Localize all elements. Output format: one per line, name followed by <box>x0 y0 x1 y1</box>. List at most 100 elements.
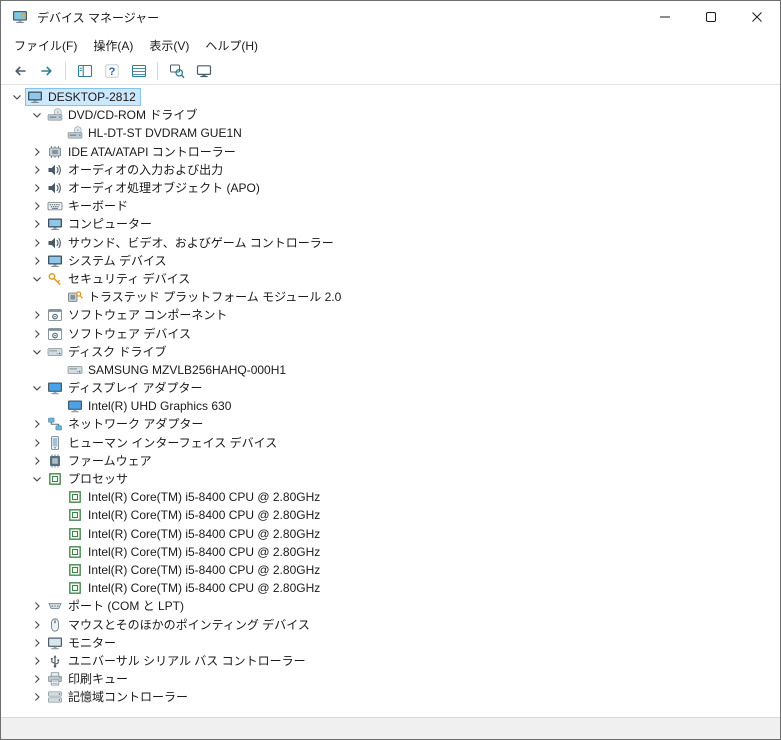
chevron-down-icon[interactable] <box>29 471 45 487</box>
tree-node[interactable]: IDE ATA/ATAPI コントローラー <box>45 143 241 161</box>
tree-item[interactable]: Intel(R) Core(TM) i5-8400 CPU @ 2.80GHz <box>1 561 780 579</box>
back-button[interactable] <box>7 59 32 83</box>
tree-node[interactable]: Intel(R) Core(TM) i5-8400 CPU @ 2.80GHz <box>65 561 325 579</box>
chevron-right-icon[interactable] <box>29 635 45 651</box>
tree-node[interactable]: DESKTOP-2812 <box>25 88 141 107</box>
chevron-right-icon[interactable] <box>29 598 45 614</box>
tree-node[interactable]: Intel(R) Core(TM) i5-8400 CPU @ 2.80GHz <box>65 525 325 543</box>
tree-item[interactable]: システム デバイス <box>1 252 780 270</box>
tree-node[interactable]: ポート (COM と LPT) <box>45 597 189 615</box>
list-view-button[interactable] <box>126 59 151 83</box>
tree-item[interactable]: ファームウェア <box>1 452 780 470</box>
tree-item[interactable]: ユニバーサル シリアル バス コントローラー <box>1 652 780 670</box>
minimize-button[interactable] <box>642 1 688 33</box>
tree-item[interactable]: モニター <box>1 634 780 652</box>
tree-item[interactable]: コンピューター <box>1 215 780 233</box>
tree-node[interactable]: DVD/CD-ROM ドライブ <box>45 106 202 124</box>
menu-item-action[interactable]: 操作(A) <box>85 34 141 57</box>
chevron-right-icon[interactable] <box>29 180 45 196</box>
tree-node[interactable]: システム デバイス <box>45 252 172 270</box>
tree-node[interactable]: ユニバーサル シリアル バス コントローラー <box>45 652 311 670</box>
menu-item-view[interactable]: 表示(V) <box>141 34 197 57</box>
tree-node[interactable]: プロセッサ <box>45 470 133 488</box>
tree-item[interactable]: Intel(R) UHD Graphics 630 <box>1 397 780 415</box>
scan-hardware-button[interactable] <box>164 59 189 83</box>
tree-node[interactable]: コンピューター <box>45 215 157 233</box>
tree-node[interactable]: サウンド、ビデオ、およびゲーム コントローラー <box>45 234 339 252</box>
tree-item[interactable]: ネットワーク アダプター <box>1 415 780 433</box>
chevron-down-icon[interactable] <box>29 271 45 287</box>
remote-computer-button[interactable] <box>191 59 216 83</box>
chevron-right-icon[interactable] <box>29 162 45 178</box>
chevron-right-icon[interactable] <box>29 416 45 432</box>
tree-node[interactable]: ヒューマン インターフェイス デバイス <box>45 434 282 452</box>
tree-item[interactable]: マウスとそのほかのポインティング デバイス <box>1 615 780 633</box>
tree-item[interactable]: プロセッサ <box>1 470 780 488</box>
show-console-tree-button[interactable] <box>72 59 97 83</box>
tree-node[interactable]: ディスク ドライブ <box>45 343 172 361</box>
tree-node[interactable]: オーディオ処理オブジェクト (APO) <box>45 179 265 197</box>
help-button[interactable]: ? <box>99 59 124 83</box>
chevron-right-icon[interactable] <box>29 653 45 669</box>
tree-item[interactable]: オーディオの入力および出力 <box>1 161 780 179</box>
tree-item[interactable]: HL-DT-ST DVDRAM GUE1N <box>1 124 780 142</box>
tree-item[interactable]: Intel(R) Core(TM) i5-8400 CPU @ 2.80GHz <box>1 488 780 506</box>
tree-node[interactable]: ネットワーク アダプター <box>45 415 208 433</box>
tree-node[interactable]: モニター <box>45 634 121 652</box>
close-button[interactable] <box>734 1 780 33</box>
tree-item[interactable]: ディスプレイ アダプター <box>1 379 780 397</box>
tree-item[interactable]: キーボード <box>1 197 780 215</box>
tree-item[interactable]: オーディオ処理オブジェクト (APO) <box>1 179 780 197</box>
chevron-right-icon[interactable] <box>29 326 45 342</box>
tree-item[interactable]: Intel(R) Core(TM) i5-8400 CPU @ 2.80GHz <box>1 525 780 543</box>
menu-item-help[interactable]: ヘルプ(H) <box>197 34 266 57</box>
tree-item[interactable]: DVD/CD-ROM ドライブ <box>1 106 780 124</box>
tree-node[interactable]: セキュリティ デバイス <box>45 270 195 288</box>
maximize-button[interactable] <box>688 1 734 33</box>
tree-item[interactable]: セキュリティ デバイス <box>1 270 780 288</box>
chevron-right-icon[interactable] <box>29 253 45 269</box>
tree-node[interactable]: Intel(R) Core(TM) i5-8400 CPU @ 2.80GHz <box>65 543 325 561</box>
chevron-down-icon[interactable] <box>29 107 45 123</box>
chevron-down-icon[interactable] <box>29 344 45 360</box>
chevron-right-icon[interactable] <box>29 307 45 323</box>
tree-item[interactable]: Intel(R) Core(TM) i5-8400 CPU @ 2.80GHz <box>1 506 780 524</box>
tree-node[interactable]: 記憶域コントローラー <box>45 688 193 706</box>
tree-node[interactable]: 印刷キュー <box>45 670 133 688</box>
forward-button[interactable] <box>34 59 59 83</box>
tree-item[interactable]: ソフトウェア デバイス <box>1 324 780 342</box>
chevron-right-icon[interactable] <box>29 216 45 232</box>
tree-node[interactable]: ファームウェア <box>45 452 157 470</box>
chevron-down-icon[interactable] <box>29 380 45 396</box>
chevron-right-icon[interactable] <box>29 617 45 633</box>
tree-node[interactable]: ディスプレイ アダプター <box>45 379 208 397</box>
tree-node[interactable]: オーディオの入力および出力 <box>45 161 228 179</box>
tree-item[interactable]: ポート (COM と LPT) <box>1 597 780 615</box>
chevron-right-icon[interactable] <box>29 453 45 469</box>
tree-item[interactable]: SAMSUNG MZVLB256HAHQ-000H1 <box>1 361 780 379</box>
tree-node[interactable]: キーボード <box>45 197 133 215</box>
tree-node[interactable]: ソフトウェア コンポーネント <box>45 306 232 324</box>
chevron-right-icon[interactable] <box>29 689 45 705</box>
tree-item[interactable]: ディスク ドライブ <box>1 343 780 361</box>
tree-node[interactable]: ソフトウェア デバイス <box>45 325 196 343</box>
tree-item[interactable]: トラステッド プラットフォーム モジュール 2.0 <box>1 288 780 306</box>
tree-node[interactable]: マウスとそのほかのポインティング デバイス <box>45 616 315 634</box>
tree-item[interactable]: IDE ATA/ATAPI コントローラー <box>1 143 780 161</box>
tree-node[interactable]: SAMSUNG MZVLB256HAHQ-000H1 <box>65 361 291 379</box>
chevron-right-icon[interactable] <box>29 144 45 160</box>
tree-item[interactable]: Intel(R) Core(TM) i5-8400 CPU @ 2.80GHz <box>1 543 780 561</box>
tree-item[interactable]: ソフトウェア コンポーネント <box>1 306 780 324</box>
menu-item-file[interactable]: ファイル(F) <box>6 34 85 57</box>
tree-item[interactable]: DESKTOP-2812 <box>1 88 780 107</box>
chevron-down-icon[interactable] <box>9 89 25 105</box>
chevron-right-icon[interactable] <box>29 435 45 451</box>
tree-node[interactable]: Intel(R) Core(TM) i5-8400 CPU @ 2.80GHz <box>65 488 325 506</box>
tree-item[interactable]: 印刷キュー <box>1 670 780 688</box>
tree-node[interactable]: Intel(R) Core(TM) i5-8400 CPU @ 2.80GHz <box>65 579 325 597</box>
tree-node[interactable]: HL-DT-ST DVDRAM GUE1N <box>65 124 247 142</box>
tree-item[interactable]: 記憶域コントローラー <box>1 688 780 706</box>
tree-node[interactable]: トラステッド プラットフォーム モジュール 2.0 <box>65 288 346 306</box>
tree-node[interactable]: Intel(R) UHD Graphics 630 <box>65 397 236 415</box>
tree-item[interactable]: サウンド、ビデオ、およびゲーム コントローラー <box>1 234 780 252</box>
